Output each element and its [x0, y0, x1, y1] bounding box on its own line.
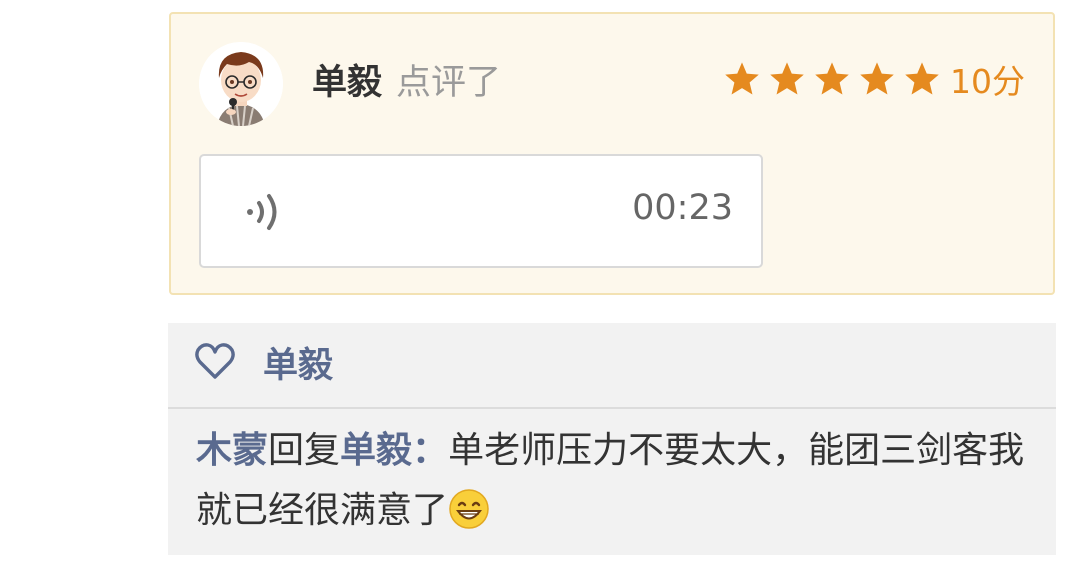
grinning-face-emoji-icon [449, 489, 489, 529]
reply-target[interactable]: 单毅 [340, 430, 412, 471]
voice-wave-icon [247, 194, 277, 230]
rating: 10分 [723, 56, 1025, 102]
star-icon [815, 62, 849, 95]
star-icon [905, 62, 939, 95]
reviewer-line: 单毅 点评了 [312, 54, 501, 104]
reviewer-avatar[interactable] [199, 42, 283, 126]
heart-icon[interactable] [194, 341, 236, 381]
comment-panel: 单毅 木蒙回复单毅：单老师压力不要太大，能团三剑客我就已经很满意了 [168, 323, 1056, 555]
reply-verb: 回复 [268, 430, 341, 471]
voice-duration: 00:23 [632, 188, 733, 228]
star-icon [860, 62, 894, 95]
review-card: 单毅 点评了 10分 00:23 [169, 12, 1055, 295]
reply-comment[interactable]: 木蒙回复单毅：单老师压力不要太大，能团三剑客我就已经很满意了 [196, 421, 1036, 541]
reply-colon: ： [412, 430, 449, 471]
star-rating [723, 60, 948, 98]
divider [168, 407, 1056, 409]
cartoon-avatar-icon [199, 42, 283, 126]
star-icon [725, 62, 759, 95]
review-verb: 点评了 [396, 62, 502, 103]
like-row: 单毅 [168, 323, 1056, 407]
reply-author[interactable]: 木蒙 [196, 430, 268, 471]
reviewer-name[interactable]: 单毅 [312, 54, 382, 105]
voice-message[interactable]: 00:23 [199, 154, 763, 268]
liker-name[interactable]: 单毅 [263, 337, 333, 388]
star-icon [770, 62, 804, 95]
rating-score: 10分 [950, 62, 1025, 101]
